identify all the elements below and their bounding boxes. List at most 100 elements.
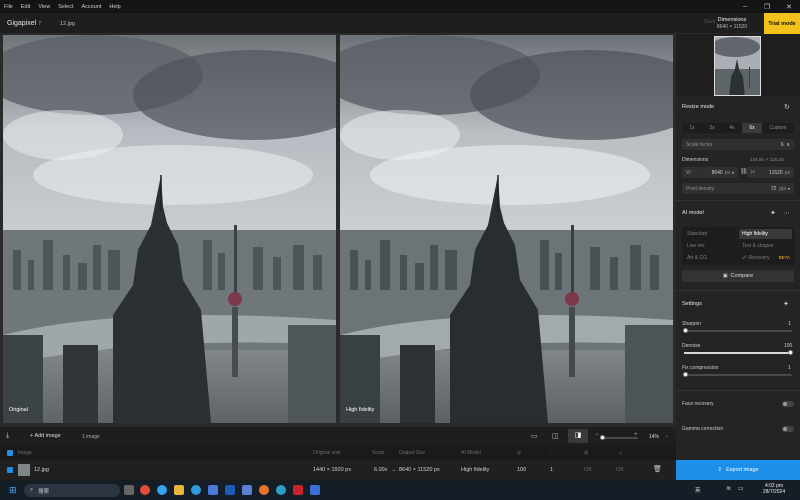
height-field[interactable]: H 11520 px [747, 167, 794, 178]
app-icon-1[interactable] [140, 485, 150, 495]
denoise-slider[interactable] [684, 350, 793, 355]
menu-select[interactable]: Select [54, 4, 77, 10]
model-art-cg[interactable]: Art & CG [684, 253, 737, 263]
face-recovery-toggle[interactable] [782, 401, 794, 407]
table-row[interactable]: 12.jpg 1440 × 1920 px 6.00x → 8640 × 115… [0, 460, 676, 480]
arrow-icon: → [391, 467, 397, 473]
width-field[interactable]: W 8640 px ▾ [682, 167, 738, 178]
col-scale: Scale [372, 450, 385, 456]
fix-compression-slider[interactable] [683, 372, 792, 377]
compare-icon: ▣ [722, 273, 728, 279]
preview-area[interactable]: Original High fidelity [0, 34, 676, 426]
model-low-res[interactable]: Low res [684, 241, 737, 251]
clock[interactable]: 4:02 pm 28/7/2024 [760, 483, 788, 495]
restore-icon[interactable]: ❐ [756, 0, 778, 13]
fix-compression-label: Fix compression [682, 365, 719, 371]
model-text-shapes[interactable]: Text & shapes [739, 241, 792, 251]
zoom-out-icon[interactable]: − [595, 432, 599, 438]
scale-custom[interactable]: Custom [762, 123, 794, 133]
app-icon-2[interactable] [157, 485, 167, 495]
menu-account[interactable]: Account [77, 4, 105, 10]
taskbar-search[interactable]: ⌕ 搜索 [24, 484, 120, 497]
sparkle-icon[interactable]: ✦ [770, 209, 776, 217]
input-language[interactable]: 英 [695, 486, 701, 494]
zoom-in-icon[interactable]: + [634, 432, 638, 438]
menu-view[interactable]: View [34, 4, 54, 10]
select-all-checkbox[interactable] [7, 450, 13, 456]
split-view-icon[interactable]: ◨ [568, 429, 588, 443]
navigator-thumbnail[interactable] [714, 36, 761, 96]
thumbnail-image [715, 37, 760, 95]
windows-start-icon[interactable]: ⊞ [9, 485, 17, 496]
gamma-correction-toggle[interactable] [782, 426, 794, 432]
chevron-down-icon[interactable]: ⌄ [665, 433, 669, 439]
col-original-size: Original size [313, 450, 341, 456]
model-standard[interactable]: Standard [684, 229, 737, 239]
model-high-fidelity[interactable]: High fidelity [739, 229, 792, 239]
bottom-toolbar: ⤓ + Add image 1 image ▭ ◫ ◨ − + 14% ⌄ [0, 426, 676, 446]
scale-6x[interactable]: 6x [742, 123, 762, 133]
sharpen-slider[interactable] [683, 328, 792, 333]
menu-file[interactable]: File [0, 4, 17, 10]
minimize-icon[interactable]: – [734, 0, 756, 13]
denoise-knob[interactable] [788, 350, 793, 355]
compare-view-icon[interactable]: ◫ [552, 432, 559, 440]
app-icon-8[interactable] [293, 485, 303, 495]
gamma-correction-label: Gamma correction [682, 426, 724, 432]
menu-help[interactable]: Help [105, 4, 124, 10]
zoom-knob[interactable] [600, 435, 605, 440]
sharpen-knob[interactable] [683, 328, 688, 333]
app-icon-5[interactable] [242, 485, 252, 495]
app-icon-7[interactable] [276, 485, 286, 495]
app-icon-9[interactable] [310, 485, 320, 495]
scale-1x[interactable]: 1x [682, 123, 702, 133]
enhanced-preview[interactable]: High fidelity [340, 35, 673, 423]
denoise-label: Denoise [682, 343, 701, 349]
scale-2x[interactable]: 2x [702, 123, 722, 133]
trial-mode-button[interactable]: Trial mode [764, 13, 800, 34]
fix-compression-knob[interactable] [683, 372, 688, 377]
row-checkbox[interactable] [7, 467, 13, 473]
battery-icon[interactable]: ▭ [738, 485, 744, 492]
zoom-level[interactable]: 14% [649, 434, 659, 440]
col-output-size: Output Size [399, 450, 426, 456]
compare-button[interactable]: ▣ Compare [682, 270, 794, 282]
sparkle-icon[interactable]: ✦ [783, 300, 789, 308]
enhanced-image [340, 35, 673, 423]
dimensions-label: Dimensions [682, 157, 709, 163]
dimensions-value: 8640 × 11520 [716, 24, 748, 30]
compression-col-icon: ◍ [584, 450, 589, 456]
menu-edit[interactable]: Edit [17, 4, 34, 10]
download-icon[interactable]: ⤓ [6, 432, 9, 440]
task-view-icon[interactable] [124, 485, 134, 495]
model-recovery[interactable]: ☍ Recovery BETA [739, 253, 792, 263]
file-explorer-icon[interactable] [174, 485, 184, 495]
app-icon-4[interactable] [225, 485, 235, 495]
wifi-icon[interactable]: ≋ [726, 485, 731, 492]
chevron-down-icon[interactable]: ▾ [732, 170, 734, 175]
app-icon-3[interactable] [208, 485, 218, 495]
app-icon-6[interactable] [259, 485, 269, 495]
add-image-button[interactable]: + Add image [30, 433, 61, 439]
dimensions-hint: 144.0in × 115.2in [750, 157, 785, 162]
scale-factor-field[interactable]: Scale factor 6 ⬍ [682, 139, 794, 150]
single-view-icon[interactable]: ▭ [531, 432, 538, 440]
original-preview[interactable]: Original [3, 35, 336, 423]
more-icon[interactable]: ⋯ [783, 209, 790, 217]
stepper-icon[interactable]: ⬍ [787, 142, 790, 147]
trash-icon[interactable]: 🗑 [653, 460, 662, 480]
edge-icon[interactable] [191, 485, 201, 495]
dimensions-title: Dimensions [717, 17, 747, 23]
scale-4x[interactable]: 4x [722, 123, 742, 133]
reset-icon[interactable]: ↻ [784, 103, 790, 111]
export-image-button[interactable]: ⇪ Export image [676, 460, 800, 480]
settings-title: Settings [682, 301, 702, 307]
divider [676, 390, 800, 391]
row-face: Off [616, 467, 624, 473]
chevron-down-icon[interactable]: ▾ [788, 186, 790, 191]
sharpen-label: Sharpen [682, 321, 701, 327]
denoise-col-icon: ◌ [550, 450, 553, 456]
close-icon[interactable]: ✕ [778, 0, 800, 13]
zoom-slider[interactable] [600, 435, 638, 440]
pixel-density-field[interactable]: Pixel density 72 ppi ▾ [682, 183, 794, 194]
